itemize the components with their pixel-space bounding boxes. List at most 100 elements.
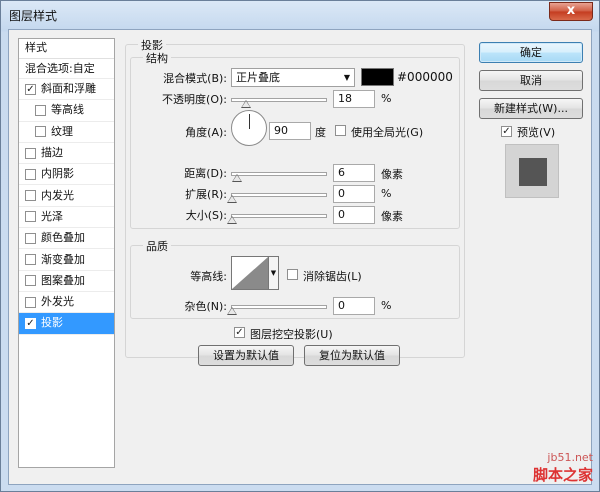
style-item-label: 等高线 xyxy=(51,103,84,117)
style-item-checkbox[interactable] xyxy=(25,190,36,202)
global-light-label: 使用全局光(G) xyxy=(351,126,424,139)
spread-label: 扩展(R): xyxy=(185,188,227,201)
styles-header[interactable]: 样式 xyxy=(19,39,114,59)
style-item-label: 光泽 xyxy=(41,209,63,223)
blend-mode-label: 混合模式(B): xyxy=(163,72,227,85)
style-item-label: 图案叠加 xyxy=(41,273,85,287)
blending-options-item[interactable]: 混合选项:自定 xyxy=(19,59,114,79)
new-style-button[interactable]: 新建样式(W)... xyxy=(479,98,583,119)
distance-slider-thumb[interactable] xyxy=(232,174,242,182)
spread-input[interactable]: 0 xyxy=(333,185,375,203)
antialias-label: 消除锯齿(L) xyxy=(303,270,362,283)
size-slider[interactable] xyxy=(231,214,327,218)
style-item[interactable]: 颜色叠加 xyxy=(19,228,114,250)
preview-checkbox[interactable]: ✓ xyxy=(501,126,512,137)
style-item-checkbox[interactable] xyxy=(35,126,46,138)
angle-label: 角度(A): xyxy=(185,126,227,139)
blend-mode-select[interactable]: 正片叠底 ▼ xyxy=(231,68,355,87)
preview-label: 预览(V) xyxy=(517,126,556,139)
title-bar[interactable]: 图层样式 x xyxy=(1,1,599,29)
preview-square xyxy=(519,158,547,186)
style-item-checkbox[interactable] xyxy=(35,104,46,116)
close-button[interactable]: x xyxy=(549,2,593,21)
noise-unit: % xyxy=(381,299,392,312)
style-item[interactable]: 纹理 xyxy=(19,122,114,143)
style-item-checkbox[interactable]: ✓ xyxy=(25,83,36,95)
dialog-client-area: 样式 混合选项:自定 ✓ 斜面和浮雕等高线纹理描边内阴影内发光光泽颜色叠加渐变叠加… xyxy=(8,29,592,485)
size-input[interactable]: 0 xyxy=(333,206,375,224)
style-item-label: 渐变叠加 xyxy=(41,252,85,266)
shadow-color-hex: #000000 xyxy=(397,70,453,84)
angle-dial[interactable] xyxy=(231,110,267,146)
blend-mode-value: 正片叠底 xyxy=(236,71,280,84)
site-watermark: jb51.net 脚本之家 xyxy=(533,451,593,485)
style-item[interactable]: 图案叠加 xyxy=(19,271,114,292)
style-item[interactable]: 内发光 xyxy=(19,185,114,207)
noise-input[interactable]: 0 xyxy=(333,297,375,315)
angle-input[interactable]: 90 xyxy=(269,122,311,140)
quality-group: 品质 等高线: ▼ 消除锯齿(L) 杂色(N): 0 % xyxy=(130,238,460,319)
contour-linear-icon xyxy=(232,257,268,289)
style-item-checkbox[interactable] xyxy=(25,232,36,244)
style-item-checkbox[interactable] xyxy=(25,211,36,223)
style-item-label: 描边 xyxy=(41,146,63,160)
reset-default-button[interactable]: 复位为默认值 xyxy=(304,345,400,366)
style-item-checkbox[interactable] xyxy=(25,254,36,266)
spread-slider[interactable] xyxy=(231,193,327,197)
style-item[interactable]: 描边 xyxy=(19,143,114,165)
spread-unit: % xyxy=(381,187,392,200)
style-item-label: 颜色叠加 xyxy=(41,231,85,245)
style-item[interactable]: ✓ 斜面和浮雕 xyxy=(19,79,114,101)
opacity-input[interactable]: 18 xyxy=(333,90,375,108)
style-item-checkbox[interactable] xyxy=(25,296,36,308)
style-item-label: 投影 xyxy=(41,316,63,330)
opacity-slider-thumb[interactable] xyxy=(241,100,251,108)
distance-slider[interactable] xyxy=(231,172,327,176)
size-label: 大小(S): xyxy=(185,209,227,222)
style-item[interactable]: 内阴影 xyxy=(19,164,114,186)
make-default-button[interactable]: 设置为默认值 xyxy=(198,345,294,366)
size-unit: 像素 xyxy=(381,210,403,223)
chevron-down-icon: ▼ xyxy=(343,73,350,82)
style-item[interactable]: 外发光 xyxy=(19,292,114,314)
structure-title: 结构 xyxy=(143,50,171,66)
antialias-checkbox[interactable] xyxy=(287,269,298,280)
ok-button[interactable]: 确定 xyxy=(479,42,583,63)
knockout-label: 图层挖空投影(U) xyxy=(250,328,333,341)
style-preview-thumbnail xyxy=(505,144,559,198)
distance-label: 距离(D): xyxy=(184,167,227,180)
style-item-checkbox[interactable] xyxy=(25,275,36,287)
opacity-unit: % xyxy=(381,92,392,105)
spread-slider-thumb[interactable] xyxy=(227,195,237,203)
style-item[interactable]: 光泽 xyxy=(19,207,114,229)
style-item-label: 纹理 xyxy=(51,124,73,138)
knockout-checkbox[interactable]: ✓ xyxy=(234,327,245,338)
opacity-label: 不透明度(O): xyxy=(162,93,227,106)
watermark-url: jb51.net xyxy=(547,451,593,464)
style-item[interactable]: ✓ 投影 xyxy=(19,313,114,335)
quality-title: 品质 xyxy=(143,238,171,254)
size-slider-thumb[interactable] xyxy=(227,216,237,224)
contour-dropdown[interactable]: ▼ xyxy=(269,256,279,290)
structure-group: 结构 混合模式(B): 正片叠底 ▼ #000000 不透明度(O): 18 %… xyxy=(130,50,460,229)
distance-unit: 像素 xyxy=(381,168,403,181)
window-title: 图层样式 xyxy=(9,9,58,23)
shadow-color-swatch[interactable] xyxy=(361,68,394,86)
noise-slider-thumb[interactable] xyxy=(227,307,237,315)
style-item[interactable]: 渐变叠加 xyxy=(19,249,114,271)
style-item-checkbox[interactable] xyxy=(25,147,36,159)
distance-input[interactable]: 6 xyxy=(333,164,375,182)
style-item-label: 斜面和浮雕 xyxy=(41,82,96,96)
angle-unit: 度 xyxy=(315,126,326,139)
drop-shadow-group: 投影 结构 混合模式(B): 正片叠底 ▼ #000000 不透明度(O): 1… xyxy=(125,37,465,366)
cancel-button[interactable]: 取消 xyxy=(479,70,583,91)
contour-picker[interactable] xyxy=(231,256,269,290)
watermark-name: 脚本之家 xyxy=(532,466,593,484)
style-item-checkbox[interactable] xyxy=(25,168,36,180)
style-item-label: 内发光 xyxy=(41,188,74,202)
style-item-checkbox[interactable]: ✓ xyxy=(25,317,36,329)
layer-style-dialog: 图层样式 x 样式 混合选项:自定 ✓ 斜面和浮雕等高线纹理描边内阴影内发光光泽颜… xyxy=(0,0,600,492)
noise-slider[interactable] xyxy=(231,305,327,309)
global-light-checkbox[interactable] xyxy=(335,125,346,136)
style-item[interactable]: 等高线 xyxy=(19,100,114,122)
